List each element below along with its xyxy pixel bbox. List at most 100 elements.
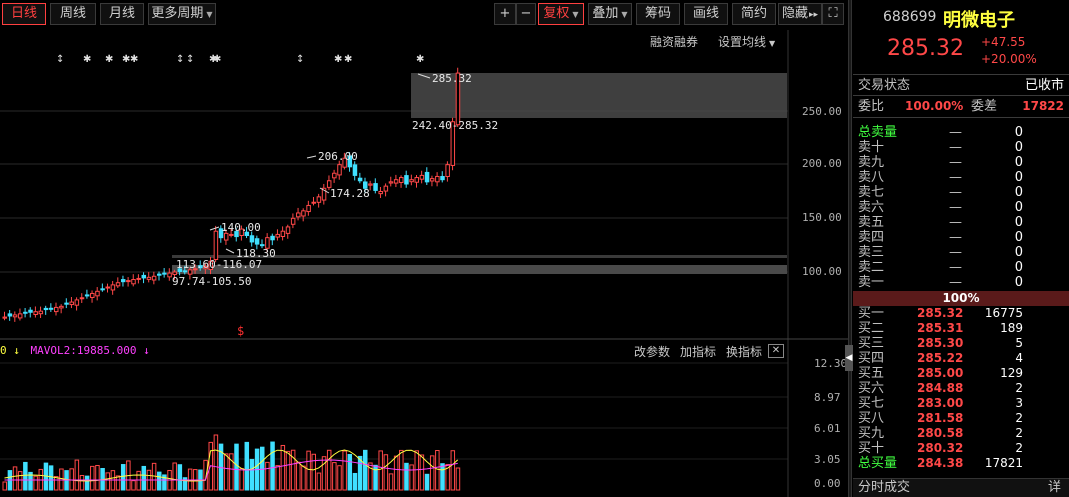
candle-body bbox=[146, 276, 152, 280]
buy-level-row[interactable]: 买九 280.58 2 bbox=[853, 426, 1069, 441]
sell-level-row[interactable]: 卖七 — 0 bbox=[853, 185, 1069, 200]
candle-body bbox=[105, 286, 110, 289]
sell-level-row[interactable]: 卖八 — 0 bbox=[853, 170, 1069, 185]
annotation-band-top: 242.40-285.32 bbox=[412, 119, 498, 132]
vol-tick: 0.00 bbox=[814, 477, 841, 490]
price-axis: 250.00 200.00 150.00 100.00 bbox=[802, 105, 842, 278]
tab-monthly[interactable]: 月线 bbox=[100, 3, 144, 25]
event-marker-icon[interactable]: ↕ bbox=[186, 54, 194, 65]
event-marker-icon[interactable]: ✱ bbox=[83, 54, 91, 65]
chips-button[interactable]: 筹码 bbox=[636, 3, 680, 25]
sell-level-row[interactable]: 卖四 — 0 bbox=[853, 230, 1069, 245]
candle-body bbox=[229, 233, 234, 236]
candle-body bbox=[12, 314, 18, 318]
candle-body bbox=[419, 174, 425, 180]
candle-body bbox=[352, 164, 358, 176]
buy-level-row[interactable]: 买三 285.30 5 bbox=[853, 336, 1069, 351]
buy-level-row[interactable]: 买四 285.22 4 bbox=[853, 351, 1069, 366]
event-marker-icon[interactable]: ✱ bbox=[416, 54, 424, 65]
candle-body bbox=[23, 311, 28, 314]
status-value: 已收市 bbox=[1024, 78, 1064, 93]
event-marker-icon[interactable]: ✱ bbox=[334, 54, 342, 65]
adjust-button[interactable]: 复权 ▼ bbox=[538, 3, 584, 25]
hide-button[interactable]: 隐藏▸▸ bbox=[778, 3, 822, 25]
fullscreen-button[interactable]: ⛶ bbox=[822, 3, 844, 25]
candle-body bbox=[332, 172, 337, 179]
tick-trades-tab[interactable]: 分时成交 详 bbox=[853, 478, 1069, 497]
sell-level-label: 卖六 bbox=[858, 200, 885, 215]
candle-body bbox=[33, 311, 38, 316]
candle-body bbox=[28, 309, 33, 313]
buy-level-row[interactable]: 买一 285.32 16775 bbox=[853, 306, 1069, 321]
event-marker-icon[interactable]: ↕ bbox=[176, 54, 184, 65]
candle-body bbox=[440, 176, 445, 181]
volume-bar bbox=[234, 443, 239, 491]
volume-bar bbox=[136, 470, 141, 491]
candle-body bbox=[270, 235, 275, 241]
sell-level-label: 卖九 bbox=[858, 155, 885, 170]
volume-bar bbox=[419, 454, 425, 491]
draw-button[interactable]: 画线 bbox=[684, 3, 728, 25]
sell-level-vol: 0 bbox=[1014, 140, 1023, 155]
buy-level-row[interactable]: 买五 285.00 129 bbox=[853, 366, 1069, 381]
event-marker-icon[interactable]: ↕ bbox=[56, 54, 64, 65]
annotation-band-mid: 113.60-116.07 bbox=[176, 258, 262, 271]
buy-level-vol: 129 bbox=[1000, 366, 1023, 380]
buy-level-price: 283.00 bbox=[917, 396, 964, 410]
tab-weekly[interactable]: 周线 bbox=[50, 3, 96, 25]
sell-level-row[interactable]: 卖三 — 0 bbox=[853, 245, 1069, 260]
candle-body bbox=[69, 301, 74, 306]
volume-bar bbox=[69, 468, 74, 491]
buy-level-row[interactable]: 买八 281.58 2 bbox=[853, 411, 1069, 426]
volume-bar bbox=[84, 475, 90, 491]
buy-level-vol: 4 bbox=[1015, 351, 1023, 365]
buy-level-vol: 2 bbox=[1015, 441, 1023, 455]
sell-level-row[interactable]: 卖二 — 0 bbox=[853, 260, 1069, 275]
buy-level-vol: 16775 bbox=[984, 306, 1023, 320]
buy-level-row[interactable]: 买六 284.88 2 bbox=[853, 381, 1069, 396]
volume-bar bbox=[285, 450, 291, 491]
sell-level-row[interactable]: 卖五 — 0 bbox=[853, 215, 1069, 230]
volume-chart[interactable]: 12.30 8.97 6.01 3.05 0.00 bbox=[0, 340, 848, 497]
zoom-in-button[interactable]: + bbox=[494, 3, 516, 25]
candle-body bbox=[157, 273, 162, 276]
diff-value: 17822 bbox=[1022, 99, 1064, 113]
sell-level-row[interactable]: 卖六 — 0 bbox=[853, 200, 1069, 215]
sell-level-label: 卖八 bbox=[858, 170, 885, 185]
sell-level-vol: 0 bbox=[1014, 155, 1023, 170]
candle-body bbox=[429, 178, 435, 182]
candlestick-chart[interactable]: ↕ ✱ ✱ ✱ ✱ ↕ ↕ ✱✱ ↕ ✱ ✱ ✱ 285.32 242.40-285.32 206.0… bbox=[0, 30, 848, 340]
event-marker-icon[interactable]: ✱ bbox=[105, 54, 113, 65]
sell-level-row[interactable]: 卖九 — 0 bbox=[853, 155, 1069, 170]
overlay-button[interactable]: 叠加 ▼ bbox=[588, 3, 632, 25]
buy-level-row[interactable]: 买十 280.32 2 bbox=[853, 441, 1069, 456]
candle-body bbox=[445, 164, 450, 177]
tab-more-periods[interactable]: 更多周期 ▼ bbox=[148, 3, 216, 25]
sell-level-row[interactable]: 卖一 — 0 bbox=[853, 275, 1069, 290]
event-marker-icon[interactable]: ✱ bbox=[344, 54, 352, 65]
volume-bar bbox=[223, 453, 229, 491]
sell-total-row: 总卖量 — 0 bbox=[853, 125, 1069, 140]
event-marker-icon[interactable]: ✱ bbox=[213, 54, 221, 65]
volume-bar bbox=[342, 450, 347, 491]
volume-bar bbox=[393, 455, 399, 491]
panel-divider[interactable] bbox=[848, 0, 852, 497]
sell-level-label: 卖三 bbox=[858, 245, 885, 260]
candle-body bbox=[90, 292, 95, 298]
candle-body bbox=[383, 185, 389, 192]
buy-level-row[interactable]: 买二 285.31 189 bbox=[853, 321, 1069, 336]
simple-button[interactable]: 简约 bbox=[732, 3, 776, 25]
buy-level-row[interactable]: 买七 283.00 3 bbox=[853, 396, 1069, 411]
sell-level-label: 卖十 bbox=[858, 140, 885, 155]
collapse-panel-icon[interactable]: ◀ bbox=[845, 345, 853, 371]
candle-body bbox=[120, 279, 126, 283]
sell-level-row[interactable]: 卖十 — 0 bbox=[853, 140, 1069, 155]
candle-body bbox=[404, 175, 409, 185]
event-marker-icon[interactable]: ↕ bbox=[296, 54, 304, 65]
annotation-arrow bbox=[225, 248, 235, 254]
annotation-high: 285.32 bbox=[432, 72, 472, 85]
tab-daily[interactable]: 日线 bbox=[2, 3, 46, 25]
zoom-out-button[interactable]: − bbox=[516, 3, 536, 25]
detail-button[interactable]: 详 bbox=[1048, 479, 1061, 497]
event-marker-icon[interactable]: ✱ bbox=[130, 54, 138, 65]
